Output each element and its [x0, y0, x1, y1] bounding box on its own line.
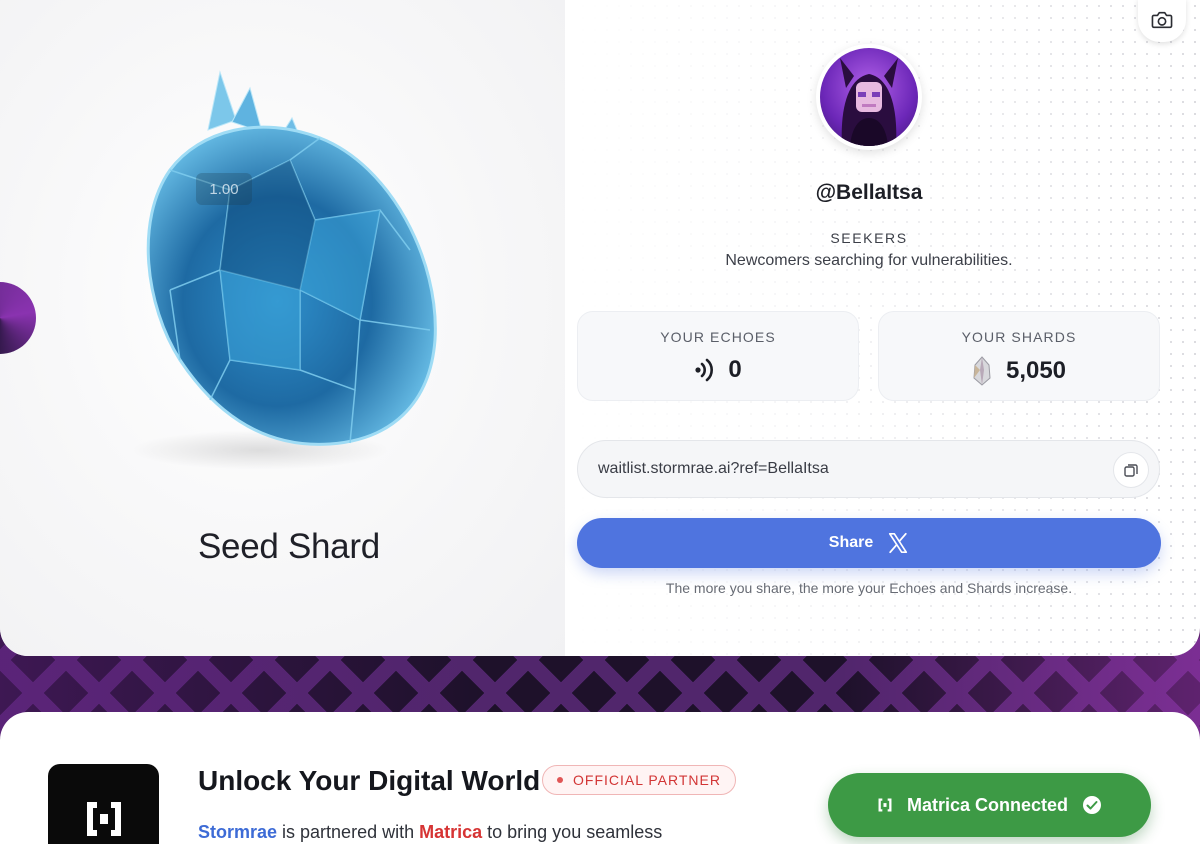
official-partner-badge: OFFICIAL PARTNER	[542, 765, 736, 795]
matrica-logo	[48, 764, 159, 844]
echoes-value: 0	[728, 356, 742, 383]
referral-link-field[interactable]: waitlist.stormrae.ai?ref=BellaItsa	[577, 440, 1160, 498]
matrica-small-icon	[878, 798, 892, 812]
matrica-logo-icon	[86, 802, 121, 836]
partner-text-mid: is partnered with	[277, 822, 420, 842]
x-logo-icon	[889, 532, 908, 554]
tier-description: Newcomers searching for vulnerabilities.	[725, 252, 1013, 269]
shards-label: YOUR SHARDS	[961, 329, 1077, 345]
echoes-stat-card: YOUR ECHOES 0	[577, 311, 859, 401]
echo-signal-icon	[695, 358, 714, 382]
shards-stat-card: YOUR SHARDS 5,050	[878, 311, 1160, 401]
shard-name: Seed Shard	[198, 527, 380, 566]
partner-description: Stormrae is partnered with Matrica to br…	[198, 822, 662, 843]
partner-title: Unlock Your Digital World	[198, 765, 541, 796]
camera-button[interactable]	[1138, 0, 1186, 42]
referral-link-text: waitlist.stormrae.ai?ref=BellaItsa	[598, 460, 829, 477]
stormrae-link[interactable]: Stormrae	[198, 822, 277, 842]
matrica-connected-button[interactable]: Matrica Connected	[828, 773, 1151, 837]
copy-button[interactable]	[1113, 452, 1149, 488]
share-hint: The more you share, the more your Echoes…	[665, 580, 1073, 596]
share-button[interactable]: Share	[577, 518, 1161, 568]
badge-label: OFFICIAL PARTNER	[573, 772, 721, 788]
avatar	[816, 44, 922, 150]
shard-profile-card: 1.00 Seed Shard @BellaItsa SEEKERS Newco…	[0, 0, 1200, 656]
camera-icon	[1151, 11, 1173, 29]
tier-label: SEEKERS	[830, 230, 908, 246]
badge-dot-icon	[557, 777, 563, 783]
crystal-shard-icon	[973, 356, 991, 386]
matrica-link[interactable]: Matrica	[419, 822, 482, 842]
partner-text-end: to bring you seamless	[482, 822, 663, 842]
copy-icon	[1124, 464, 1138, 477]
partner-card: Unlock Your Digital World OFFICIAL PARTN…	[0, 712, 1200, 844]
echoes-label: YOUR ECHOES	[660, 329, 776, 345]
check-circle-icon	[1083, 796, 1102, 814]
shards-value: 5,050	[1005, 357, 1067, 384]
matrica-connected-label: Matrica Connected	[906, 794, 1069, 815]
share-label: Share	[828, 534, 874, 551]
pixel-avatar-icon	[820, 48, 918, 146]
username: @BellaItsa	[815, 181, 923, 204]
seed-shard-image	[110, 60, 460, 480]
